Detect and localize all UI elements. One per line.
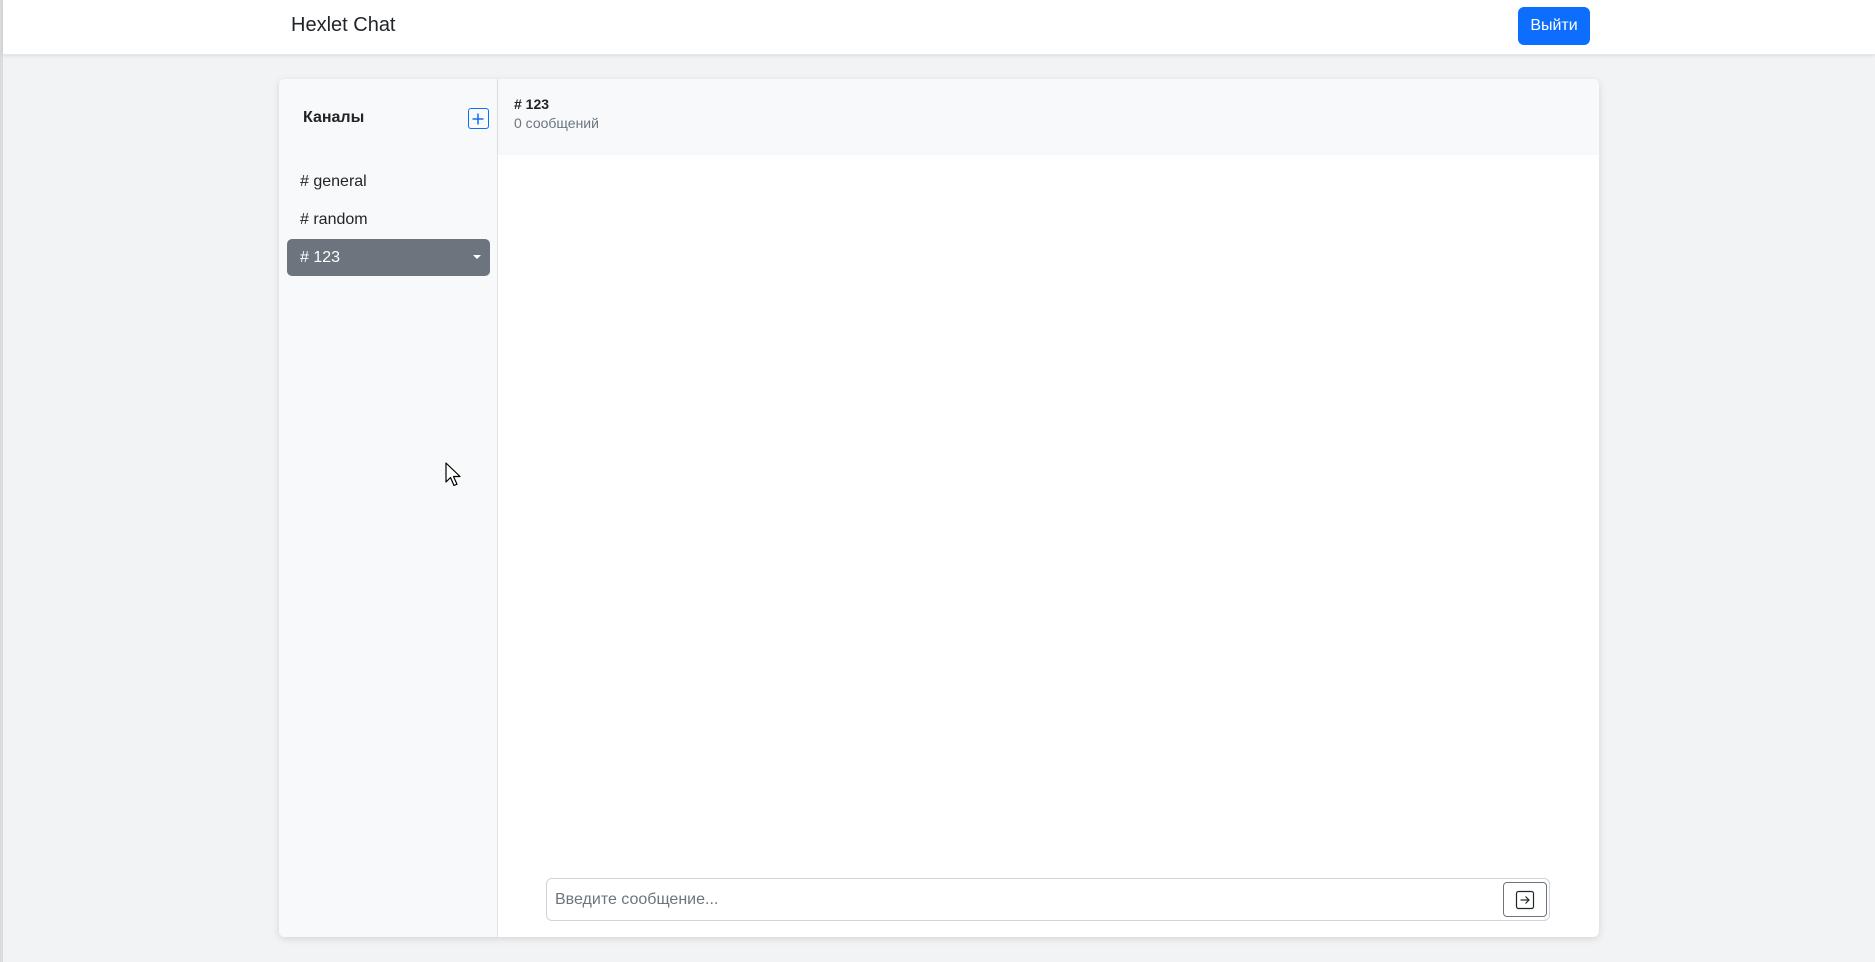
channel-list: # general # random # 123 (287, 163, 490, 277)
channel-item-random[interactable]: # random (287, 201, 490, 238)
message-input[interactable] (547, 879, 1502, 920)
channel-menu-caret-icon[interactable] (473, 255, 481, 259)
logout-button[interactable]: Выйти (1518, 7, 1590, 45)
chat-main: # 123 0 сообщений (498, 79, 1599, 937)
channels-sidebar: Каналы # general # random # 123 (279, 79, 498, 937)
channel-title: # 123 (514, 96, 550, 112)
chat-container: Каналы # general # random # 123 # 123 0 … (279, 79, 1599, 937)
plus-square-icon (472, 113, 484, 124)
channel-header: # 123 0 сообщений (498, 79, 1599, 153)
brand-link[interactable]: Hexlet Chat (291, 14, 396, 37)
window-edge (0, 0, 3, 962)
channels-title: Каналы (303, 109, 365, 126)
send-button[interactable] (1503, 882, 1547, 917)
channel-item-general[interactable]: # general (287, 163, 490, 200)
arrow-right-square-icon (1515, 890, 1535, 909)
channel-item-123[interactable]: # 123 (287, 239, 490, 276)
channel-label: # random (300, 211, 368, 228)
add-channel-button[interactable] (468, 108, 489, 129)
message-form (546, 878, 1550, 921)
channel-label: # 123 (300, 249, 341, 266)
messages-box (498, 153, 1599, 937)
channel-label: # general (300, 173, 367, 190)
mouse-pointer-icon (445, 462, 461, 487)
message-count: 0 сообщений (514, 115, 599, 131)
navbar: Hexlet Chat Выйти (3, 0, 1875, 55)
